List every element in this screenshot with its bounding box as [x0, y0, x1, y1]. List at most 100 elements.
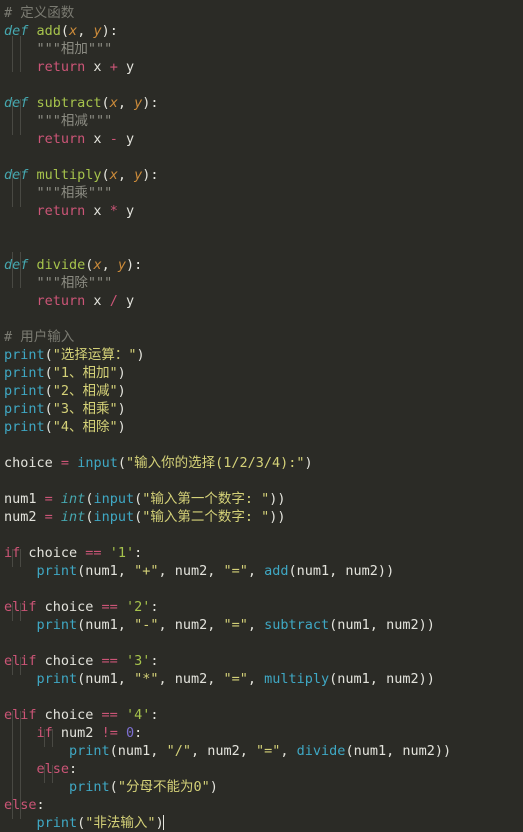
code-line[interactable]: """相减""" — [0, 112, 523, 130]
code-line[interactable]: return x * y — [0, 202, 523, 220]
code-line[interactable]: return x / y — [0, 292, 523, 310]
code-token: ) — [304, 455, 313, 471]
code-token: y — [117, 131, 135, 147]
code-line[interactable]: # 定义函数 — [0, 4, 523, 22]
code-token: multiply — [264, 671, 330, 687]
code-line[interactable]: ​ — [0, 436, 523, 454]
code-token: add — [264, 563, 289, 579]
code-line[interactable]: ​ — [0, 526, 523, 544]
code-token: x — [69, 23, 78, 39]
code-line[interactable]: num2 = int(input("输入第二个数字: ")) — [0, 508, 523, 526]
code-editor-pane[interactable]: # 定义函数 def add(x, y): """相加""" return x +… — [0, 0, 523, 832]
code-token: return — [36, 293, 86, 309]
code-line[interactable]: print("4、相除") — [0, 418, 523, 436]
code-line[interactable]: print(num1, "/", num2, "=", divide(num1,… — [0, 742, 523, 760]
code-line[interactable]: else: — [0, 760, 523, 778]
code-line[interactable]: def multiply(x, y): — [0, 166, 523, 184]
code-token: print — [4, 365, 45, 381]
code-token: divide — [296, 743, 346, 759]
code-token: '2' — [125, 599, 151, 615]
code-token: )) — [269, 509, 286, 525]
code-token: x — [93, 257, 102, 273]
code-token: "分母不能为0" — [117, 779, 210, 795]
code-token: "*" — [134, 671, 159, 687]
code-line[interactable]: else: — [0, 796, 523, 814]
code-token: add — [36, 23, 61, 39]
code-token: divide — [36, 257, 86, 273]
code-line[interactable]: print("2、相减") — [0, 382, 523, 400]
code-line[interactable]: print("1、相加") — [0, 364, 523, 382]
code-line[interactable]: ​ — [0, 688, 523, 706]
code-token: , — [247, 563, 265, 579]
code-token: ( — [44, 419, 53, 435]
code-token: ( — [101, 95, 110, 111]
code-line[interactable]: ​ — [0, 76, 523, 94]
code-line[interactable]: num1 = int(input("输入第一个数字: ")) — [0, 490, 523, 508]
code-line[interactable]: elif choice == '3': — [0, 652, 523, 670]
code-line[interactable]: ​ — [0, 238, 523, 256]
code-token: , — [247, 617, 265, 633]
code-token: choice — [20, 545, 86, 561]
code-line[interactable]: # 用户输入 — [0, 328, 523, 346]
code-line[interactable]: ​ — [0, 220, 523, 238]
code-line[interactable]: return x + y — [0, 58, 523, 76]
code-line[interactable]: print(num1, "-", num2, "=", subtract(num… — [0, 616, 523, 634]
code-token: , — [117, 95, 135, 111]
code-token: y — [134, 167, 143, 183]
code-line[interactable]: ​ — [0, 472, 523, 490]
code-token: = — [60, 455, 70, 471]
code-token: (num1, — [77, 563, 135, 579]
code-token: choice — [36, 653, 102, 669]
code-token: y — [117, 59, 135, 75]
code-token: == — [101, 599, 118, 615]
code-token: "+" — [134, 563, 159, 579]
code-content[interactable]: # 定义函数 def add(x, y): """相加""" return x +… — [0, 4, 523, 832]
code-token: print — [36, 671, 78, 687]
code-token: "-" — [134, 617, 159, 633]
code-line[interactable]: def add(x, y): — [0, 22, 523, 40]
code-token: x — [109, 95, 118, 111]
code-token: / — [109, 293, 118, 309]
code-line[interactable]: print("非法输入") — [0, 814, 523, 832]
code-line[interactable]: if choice == '1': — [0, 544, 523, 562]
code-token: ) — [117, 365, 126, 381]
code-line[interactable]: choice = input("输入你的选择(1/2/3/4):") — [0, 454, 523, 472]
code-line[interactable]: print("3、相乘") — [0, 400, 523, 418]
code-token: ) — [117, 419, 126, 435]
code-token: print — [4, 383, 45, 399]
code-token: x — [109, 167, 118, 183]
code-line[interactable]: """相除""" — [0, 274, 523, 292]
code-line[interactable]: return x - y — [0, 130, 523, 148]
code-line[interactable]: print(num1, "+", num2, "=", add(num1, nu… — [0, 562, 523, 580]
text-cursor — [162, 815, 164, 830]
code-token: x — [85, 293, 110, 309]
code-token: print — [36, 563, 78, 579]
code-line[interactable]: elif choice == '2': — [0, 598, 523, 616]
code-line[interactable]: ​ — [0, 310, 523, 328]
code-line[interactable]: """相加""" — [0, 40, 523, 58]
code-token: ): — [125, 257, 143, 273]
code-line[interactable]: print("分母不能为0") — [0, 778, 523, 796]
code-token: ): — [101, 23, 118, 39]
code-line[interactable]: print("选择运算：") — [0, 346, 523, 364]
code-line[interactable]: elif choice == '4': — [0, 706, 523, 724]
code-token: "=" — [223, 617, 248, 633]
code-token: ): — [142, 167, 159, 183]
code-line[interactable]: ​ — [0, 634, 523, 652]
code-line[interactable]: if num2 != 0: — [0, 724, 523, 742]
code-line[interactable]: def subtract(x, y): — [0, 94, 523, 112]
code-line[interactable]: print(num1, "*", num2, "=", multiply(num… — [0, 670, 523, 688]
code-line[interactable]: ​ — [0, 580, 523, 598]
code-token: ( — [134, 509, 143, 525]
code-token: , — [247, 671, 265, 687]
code-line[interactable]: """相乘""" — [0, 184, 523, 202]
code-token: print — [4, 419, 45, 435]
code-token: ( — [44, 383, 53, 399]
code-token: = — [44, 491, 53, 507]
code-token: ) — [117, 383, 126, 399]
code-token: """相减""" — [4, 113, 113, 129]
code-line[interactable]: ​ — [0, 148, 523, 166]
code-line[interactable]: def divide(x, y): — [0, 256, 523, 274]
